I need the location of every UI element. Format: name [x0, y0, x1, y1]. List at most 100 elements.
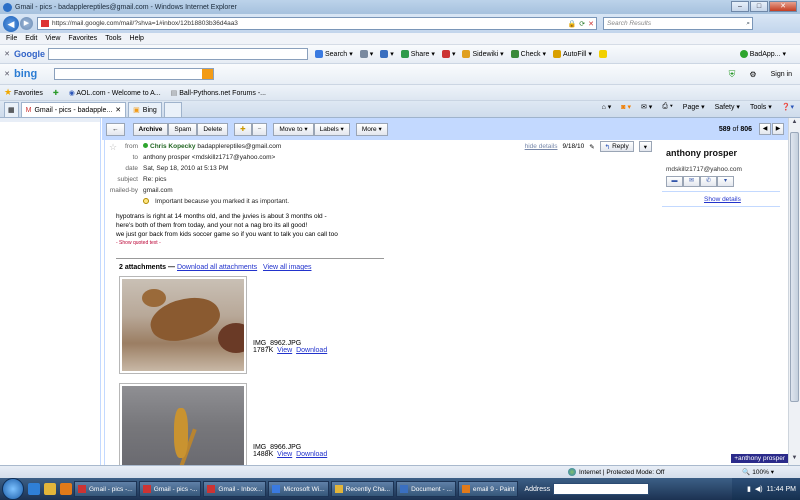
move-to-button[interactable]: Move to ▾	[273, 122, 314, 136]
taskbar-item[interactable]: Microsoft Wi...	[268, 481, 329, 497]
more-actions-button[interactable]: More ▾	[355, 122, 388, 136]
scroll-up-icon[interactable]: ▲	[790, 119, 799, 128]
taskbar-item[interactable]: Document - ...	[396, 481, 456, 497]
home-icon[interactable]: ⌂ ▾	[602, 103, 612, 111]
download-link[interactable]: Download	[296, 347, 327, 354]
refresh-icon[interactable]: ⟳	[579, 20, 585, 28]
clock[interactable]: 11:44 PM	[767, 486, 796, 493]
mark-important-button[interactable]: ✚	[234, 122, 252, 136]
share-button[interactable]: Share ▾	[400, 50, 435, 58]
google-search-button[interactable]: Search ▾	[315, 50, 353, 58]
security-zone[interactable]: Internet | Protected Mode: Off	[568, 468, 664, 476]
view-link[interactable]: View	[277, 451, 292, 458]
phone-icon[interactable]: ✆	[700, 176, 717, 187]
stop-icon[interactable]: ✕	[588, 20, 594, 28]
taskbar-address-input[interactable]	[553, 483, 650, 495]
sidewiki-button[interactable]: Sidewiki ▾	[462, 50, 504, 58]
check-button[interactable]: Check ▾	[510, 50, 546, 58]
page-scrollbar[interactable]: ▲ ▼	[788, 118, 800, 465]
add-favorite-icon[interactable]: ✚	[53, 89, 59, 97]
back-icon[interactable]: ◀	[3, 15, 19, 32]
toolbar-grid-button[interactable]: ▾	[359, 50, 373, 58]
new-tab-button[interactable]	[163, 102, 182, 117]
shield-icon[interactable]: ⛨	[729, 69, 736, 80]
reply-button[interactable]: ↰ Reply	[599, 141, 634, 152]
hide-details-link[interactable]: hide details	[525, 143, 558, 150]
menu-help[interactable]: Help	[130, 35, 144, 42]
importance-marker-icon[interactable]	[143, 198, 149, 205]
folder-quicklaunch-icon[interactable]	[44, 483, 56, 495]
page-menu[interactable]: Page ▾	[683, 103, 705, 111]
menu-tools[interactable]: Tools	[105, 35, 121, 42]
scroll-down-icon[interactable]: ▼	[790, 455, 799, 464]
favorite-aol[interactable]: ◉ AOL.com - Welcome to A...	[69, 89, 161, 97]
chevron-down-icon[interactable]: ▾	[717, 176, 734, 187]
menu-file[interactable]: File	[6, 35, 17, 42]
favorite-ballpythons[interactable]: ▤ Ball-Pythons.net Forums -...	[171, 89, 266, 97]
feeds-icon[interactable]: ◙ ▾	[621, 103, 631, 111]
ie-quicklaunch-icon[interactable]	[28, 483, 40, 495]
minimize-button[interactable]: –	[731, 1, 749, 12]
print-icon[interactable]: ⎙ ▾	[662, 103, 673, 111]
email-icon[interactable]: ✉	[683, 176, 700, 187]
sign-in-link[interactable]: Sign in	[771, 71, 792, 78]
url-field[interactable]: https://mail.google.com/mail/?shva=1#inb…	[37, 17, 597, 30]
mark-unimportant-button[interactable]: −	[251, 122, 268, 136]
tab-gmail[interactable]: M Gmail - pics - badapple... ✕	[20, 102, 127, 117]
bing-search-input[interactable]	[54, 68, 214, 80]
view-all-images-link[interactable]: View all images	[263, 264, 312, 271]
reply-options-button[interactable]: ▾	[638, 141, 652, 152]
volume-icon[interactable]: ◀)	[755, 485, 763, 493]
close-window-button[interactable]: ✕	[769, 1, 797, 12]
archive-button[interactable]: Archive	[132, 122, 169, 136]
show-details-link[interactable]: Show details	[704, 196, 741, 203]
taskbar-item[interactable]: email 9 - Paint	[457, 481, 519, 497]
block-button[interactable]: ▾	[441, 50, 455, 58]
download-link[interactable]: Download	[296, 451, 327, 458]
sender-name[interactable]: Chris Kopecky	[150, 143, 196, 150]
labels-button[interactable]: Labels ▾	[313, 122, 350, 136]
taskbar-item[interactable]: Gmail - pics -...	[138, 481, 202, 497]
menu-view[interactable]: View	[45, 35, 60, 42]
tab-bing[interactable]: ▣ Bing	[128, 102, 162, 117]
account-button[interactable]: BadApp... ▾	[739, 50, 786, 58]
toolbar-star-button[interactable]: ▾	[380, 50, 394, 58]
view-link[interactable]: View	[277, 347, 292, 354]
attachment-thumbnail[interactable]	[119, 276, 247, 374]
zoom-level[interactable]: 🔍 100% ▾	[742, 468, 774, 476]
help-icon[interactable]: ❓▾	[782, 103, 794, 111]
safety-menu[interactable]: Safety ▾	[715, 103, 740, 111]
attachment-thumbnail[interactable]	[119, 383, 247, 469]
download-all-link[interactable]: Download all attachments	[177, 264, 257, 271]
close-bing-icon[interactable]: ✕	[0, 70, 14, 78]
chat-contact-chip[interactable]: +anthony prosper	[731, 454, 788, 463]
show-quoted-text-link[interactable]: - Show quoted text -	[116, 239, 476, 248]
maximize-button[interactable]: □	[750, 1, 768, 12]
menu-favorites[interactable]: Favorites	[68, 35, 97, 42]
start-button[interactable]	[2, 478, 24, 500]
newer-icon[interactable]: ◀	[759, 123, 771, 135]
taskbar-item[interactable]: Recently Cha...	[330, 481, 395, 497]
highlight-button[interactable]	[598, 50, 607, 58]
back-to-inbox-button[interactable]: ←	[106, 122, 125, 136]
spam-button[interactable]: Spam	[168, 122, 198, 136]
forward-icon[interactable]: ▶	[20, 17, 33, 30]
close-tab-icon[interactable]: ✕	[115, 106, 121, 114]
taskbar-item[interactable]: Gmail - Inbox...	[203, 481, 267, 497]
tools-menu[interactable]: Tools ▾	[750, 103, 772, 111]
favorites-button[interactable]: ★ Favorites	[4, 87, 43, 98]
google-search-input[interactable]	[48, 48, 308, 60]
older-icon[interactable]: ▶	[772, 123, 784, 135]
tab-quick-tabs[interactable]: ▦	[4, 102, 19, 117]
lock-icon[interactable]: 🔒	[568, 20, 577, 28]
mail-icon[interactable]: ✉ ▾	[641, 103, 652, 111]
bing-search-go-icon[interactable]	[202, 69, 213, 79]
taskbar-item[interactable]: Gmail - pics -...	[74, 481, 137, 497]
menu-edit[interactable]: Edit	[25, 35, 37, 42]
media-quicklaunch-icon[interactable]	[60, 483, 72, 495]
magnifier-icon[interactable]: ⌕	[746, 18, 752, 29]
autofill-button[interactable]: AutoFill ▾	[553, 50, 592, 58]
delete-button[interactable]: Delete	[197, 122, 229, 136]
chat-icon[interactable]: ▬	[666, 176, 683, 187]
wrench-icon[interactable]: ⚙	[749, 70, 756, 79]
